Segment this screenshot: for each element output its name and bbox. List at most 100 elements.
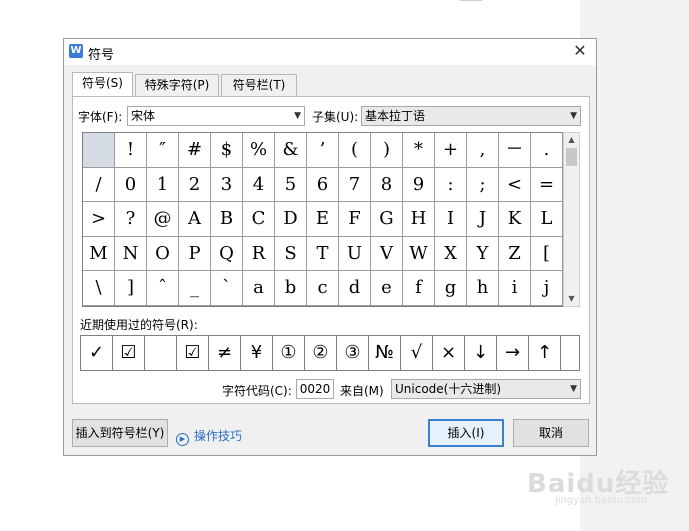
- recent-symbol-cell[interactable]: ①: [273, 336, 305, 370]
- symbol-cell[interactable]: A: [179, 202, 211, 237]
- symbol-cell[interactable]: d: [339, 271, 371, 306]
- tab-symbols[interactable]: 符号(S): [72, 72, 133, 96]
- recent-symbol-cell[interactable]: →: [497, 336, 529, 370]
- symbol-cell[interactable]: T: [307, 236, 339, 272]
- insert-to-bar-button[interactable]: 插入到符号栏(Y): [72, 419, 168, 447]
- symbol-cell[interactable]: *: [403, 133, 435, 168]
- symbol-cell[interactable]: i: [499, 271, 531, 306]
- symbol-cell[interactable]: 5: [275, 167, 307, 203]
- symbol-cell[interactable]: j: [531, 271, 563, 306]
- symbol-cell[interactable]: ˆ: [147, 271, 179, 306]
- symbol-cell[interactable]: M: [83, 236, 115, 272]
- symbol-cell[interactable]: @: [147, 202, 179, 237]
- symbol-cell[interactable]: <: [499, 167, 531, 203]
- symbol-cell[interactable]: /: [83, 167, 115, 203]
- symbol-cell[interactable]: c: [307, 271, 339, 306]
- font-select[interactable]: 宋体 ▼: [127, 106, 305, 126]
- tab-special-chars[interactable]: 特殊字符(P): [135, 74, 219, 96]
- symbol-cell[interactable]: ?: [115, 202, 147, 237]
- symbol-cell[interactable]: =: [531, 167, 563, 203]
- symbol-cell[interactable]: S: [275, 236, 307, 272]
- symbol-cell[interactable]: &: [275, 133, 307, 168]
- symbol-cell[interactable]: .: [531, 133, 563, 168]
- tips-link[interactable]: ▶ 操作技巧: [176, 427, 242, 446]
- symbol-cell[interactable]: Q: [211, 236, 243, 272]
- symbol-cell[interactable]: (: [339, 133, 371, 168]
- symbol-cell[interactable]: H: [403, 202, 435, 237]
- symbol-cell[interactable]: a: [243, 271, 275, 306]
- close-icon[interactable]: ✕: [570, 41, 590, 61]
- recent-symbol-cell[interactable]: ☑: [113, 336, 145, 370]
- symbol-cell[interactable]: 1: [147, 167, 179, 203]
- recent-symbol-cell[interactable]: √: [401, 336, 433, 370]
- symbol-cell[interactable]: !: [115, 133, 147, 168]
- symbol-cell[interactable]: X: [435, 236, 467, 272]
- symbol-cell[interactable]: 3: [211, 167, 243, 203]
- recent-symbol-cell[interactable]: ↑: [529, 336, 561, 370]
- recent-symbol-cell[interactable]: ②: [305, 336, 337, 370]
- symbol-cell[interactable]: e: [371, 271, 403, 306]
- symbol-cell[interactable]: +: [435, 133, 467, 168]
- symbol-cell[interactable]: Z: [499, 236, 531, 272]
- symbol-cell[interactable]: ″: [147, 133, 179, 168]
- symbol-cell[interactable]: 9: [403, 167, 435, 203]
- recent-symbol-cell[interactable]: №: [369, 336, 401, 370]
- symbol-cell[interactable]: 2: [179, 167, 211, 203]
- symbol-cell[interactable]: C: [243, 202, 275, 237]
- symbol-cell[interactable]: ˋ: [211, 271, 243, 306]
- symbol-cell[interactable]: f: [403, 271, 435, 306]
- symbol-cell[interactable]: F: [339, 202, 371, 237]
- symbol-cell[interactable]: G: [371, 202, 403, 237]
- grid-scrollbar[interactable]: ▲ ▼: [563, 132, 580, 307]
- symbol-cell[interactable]: 6: [307, 167, 339, 203]
- symbol-cell[interactable]: V: [371, 236, 403, 272]
- char-code-input[interactable]: 0020: [296, 379, 334, 399]
- recent-symbol-cell[interactable]: ↓: [465, 336, 497, 370]
- symbol-cell[interactable]: ,: [467, 133, 499, 168]
- insert-button[interactable]: 插入(I): [428, 419, 504, 447]
- symbol-cell[interactable]: J: [467, 202, 499, 237]
- symbol-cell[interactable]: O: [147, 236, 179, 272]
- symbol-cell[interactable]: >: [83, 202, 115, 237]
- symbol-cell[interactable]: 7: [339, 167, 371, 203]
- symbol-cell[interactable]: g: [435, 271, 467, 306]
- symbol-cell[interactable]: N: [115, 236, 147, 272]
- recent-symbol-cell[interactable]: ¥: [241, 336, 273, 370]
- recent-symbol-cell[interactable]: ✓: [81, 336, 113, 370]
- symbol-cell[interactable]: 8: [371, 167, 403, 203]
- symbol-cell[interactable]: P: [179, 236, 211, 272]
- symbol-cell[interactable]: ;: [467, 167, 499, 203]
- symbol-cell[interactable]: _: [179, 271, 211, 306]
- symbol-cell[interactable]: E: [307, 202, 339, 237]
- recent-symbol-cell[interactable]: ×: [433, 336, 465, 370]
- symbol-cell[interactable]: U: [339, 236, 371, 272]
- symbol-cell[interactable]: h: [467, 271, 499, 306]
- scroll-up-icon[interactable]: ▲: [564, 133, 579, 147]
- symbol-cell[interactable]: －: [499, 133, 531, 168]
- scroll-down-icon[interactable]: ▼: [564, 292, 579, 306]
- cancel-button[interactable]: 取消: [513, 419, 589, 447]
- symbol-cell[interactable]: R: [243, 236, 275, 272]
- symbol-cell[interactable]: D: [275, 202, 307, 237]
- recent-symbol-cell[interactable]: [145, 336, 177, 370]
- symbol-cell[interactable]: #: [179, 133, 211, 168]
- symbol-cell[interactable]: I: [435, 202, 467, 237]
- symbol-cell[interactable]: :: [435, 167, 467, 203]
- from-select[interactable]: Unicode(十六进制) ▼: [391, 379, 581, 399]
- symbol-cell[interactable]: L: [531, 202, 563, 237]
- symbol-cell[interactable]: [: [531, 236, 563, 272]
- symbol-cell[interactable]: 0: [115, 167, 147, 203]
- symbol-cell[interactable]: b: [275, 271, 307, 306]
- recent-symbol-cell[interactable]: ☑: [177, 336, 209, 370]
- symbol-cell[interactable]: B: [211, 202, 243, 237]
- recent-symbol-cell[interactable]: ≠: [209, 336, 241, 370]
- symbol-cell[interactable]: W: [403, 236, 435, 272]
- symbol-cell[interactable]: ’: [307, 133, 339, 168]
- symbol-cell[interactable]: ]: [115, 271, 147, 306]
- scroll-thumb[interactable]: [566, 148, 577, 166]
- symbol-cell[interactable]: ): [371, 133, 403, 168]
- symbol-cell[interactable]: K: [499, 202, 531, 237]
- symbol-cell[interactable]: %: [243, 133, 275, 168]
- symbol-cell[interactable]: \: [83, 271, 115, 306]
- recent-symbol-cell[interactable]: ③: [337, 336, 369, 370]
